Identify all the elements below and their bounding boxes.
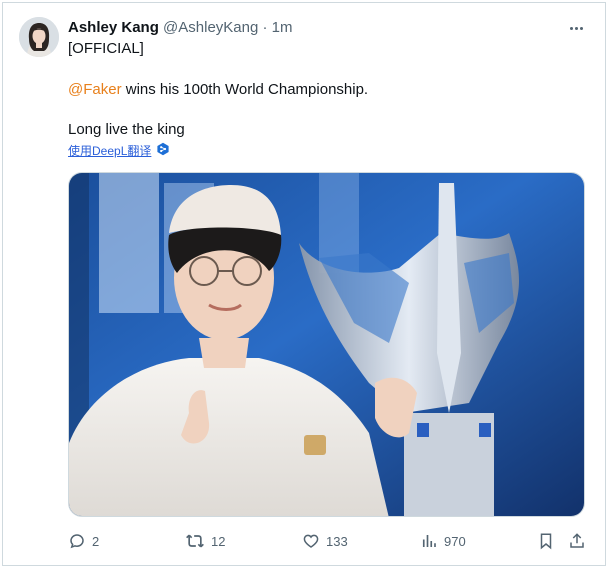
tweet-header: Ashley Kang @AshleyKang · 1m [68, 19, 293, 37]
bookmark-icon [538, 532, 554, 550]
reply-button[interactable]: 2 [68, 530, 99, 552]
bookmark-button[interactable] [538, 530, 554, 552]
tweet-text-line-2-rest: wins his 100th World Championship. [121, 81, 369, 98]
analytics-icon [420, 532, 438, 550]
views-count: 970 [444, 533, 466, 549]
tweet-text-line-3: Long live the king [68, 121, 185, 138]
like-button[interactable]: 133 [302, 530, 348, 552]
views-button[interactable]: 970 [420, 530, 466, 552]
translate-link[interactable]: 使用DeepL翻译 [68, 142, 170, 160]
more-horizontal-icon [569, 26, 583, 30]
tweet-photo[interactable] [68, 172, 585, 517]
heart-icon [302, 532, 320, 550]
header-separator: · [262, 19, 268, 36]
trophy-photo-image [69, 173, 584, 516]
mention-link[interactable]: @Faker [68, 81, 122, 98]
more-options-button[interactable] [566, 18, 586, 38]
translate-label[interactable]: 使用DeepL翻译 [68, 144, 151, 159]
retweet-count: 12 [211, 533, 226, 549]
author-name[interactable]: Ashley Kang [68, 19, 159, 36]
tweet-actions: 2 12 133 970 [68, 530, 588, 552]
retweet-button[interactable]: 12 [185, 530, 225, 552]
share-icon [568, 532, 586, 550]
like-count: 133 [326, 533, 348, 549]
tweet-timestamp[interactable]: 1m [272, 19, 293, 36]
tweet-text-line-1: [OFFICIAL] [68, 40, 144, 57]
author-avatar[interactable] [19, 17, 59, 57]
retweet-icon [185, 532, 205, 550]
reply-count: 2 [92, 533, 100, 549]
tweet-text-line-2: @Faker wins his 100th World Championship… [68, 81, 368, 99]
deepl-icon [156, 142, 170, 160]
share-button[interactable] [568, 530, 586, 552]
author-handle[interactable]: @AshleyKang [163, 19, 258, 36]
reply-icon [68, 532, 86, 550]
